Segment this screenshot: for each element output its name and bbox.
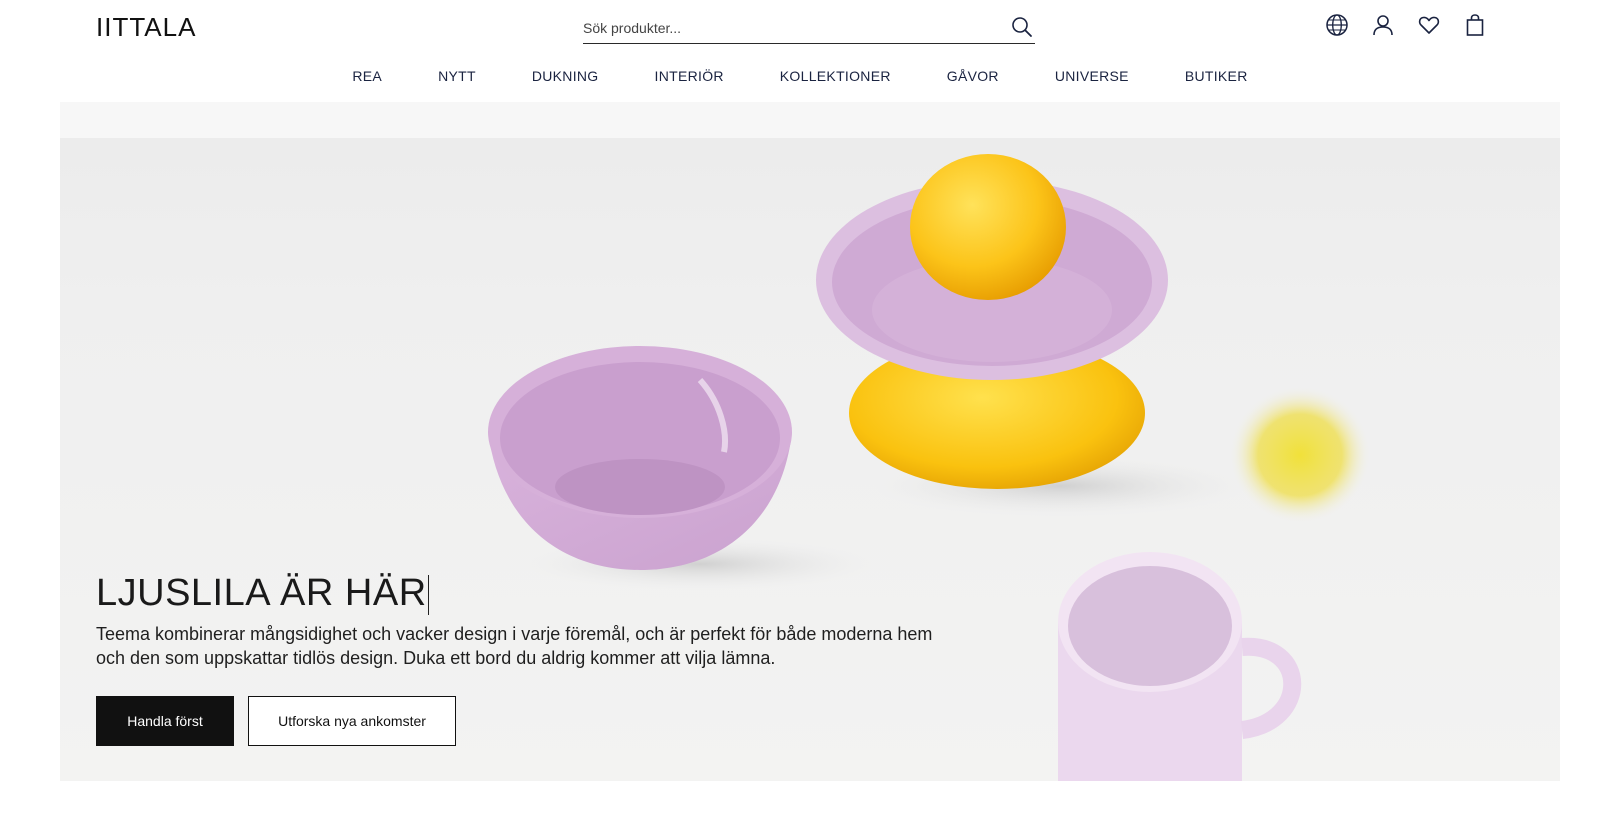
nav-item-kollektioner[interactable]: KOLLEKTIONER	[752, 64, 919, 88]
iittala-logo[interactable]: IITTALA	[96, 12, 196, 42]
hero-banner: LJUSLILA ÄR HÄR Teema kombinerar mångsid…	[60, 102, 1560, 781]
hero-title: LJUSLILA ÄR HÄR	[96, 572, 430, 615]
main-nav: REA NYTT DUKNING INTERIÖR KOLLEKTIONER G…	[0, 64, 1600, 88]
shop-first-button[interactable]: Handla först	[96, 696, 234, 746]
nav-item-nytt[interactable]: NYTT	[410, 64, 504, 88]
hero-description: Teema kombinerar mångsidighet och vacker…	[96, 624, 933, 668]
site-header: IITTALA REA NYTT DUKNING INTERIÖR KOLLEK…	[0, 0, 1600, 102]
nav-item-interior[interactable]: INTERIÖR	[627, 64, 752, 88]
nav-item-universe[interactable]: UNIVERSE	[1027, 64, 1157, 88]
nav-item-butiker[interactable]: BUTIKER	[1157, 64, 1276, 88]
hero-image	[488, 154, 1370, 781]
header-icons	[1324, 12, 1488, 38]
user-icon[interactable]	[1370, 12, 1396, 38]
heart-icon[interactable]	[1416, 12, 1442, 38]
explore-new-arrivals-button[interactable]: Utforska nya ankomster	[248, 696, 456, 746]
hero-title-text: LJUSLILA ÄR HÄR	[96, 572, 427, 614]
bag-icon[interactable]	[1462, 12, 1488, 38]
nav-item-rea[interactable]: REA	[324, 64, 410, 88]
nav-item-dukning[interactable]: DUKNING	[504, 64, 627, 88]
nav-item-gavor[interactable]: GÅVOR	[919, 64, 1027, 88]
search-input[interactable]	[583, 16, 983, 40]
globe-icon[interactable]	[1324, 12, 1350, 38]
text-cursor	[427, 574, 430, 615]
search-icon[interactable]	[1009, 14, 1035, 40]
search-bar	[583, 12, 1035, 44]
